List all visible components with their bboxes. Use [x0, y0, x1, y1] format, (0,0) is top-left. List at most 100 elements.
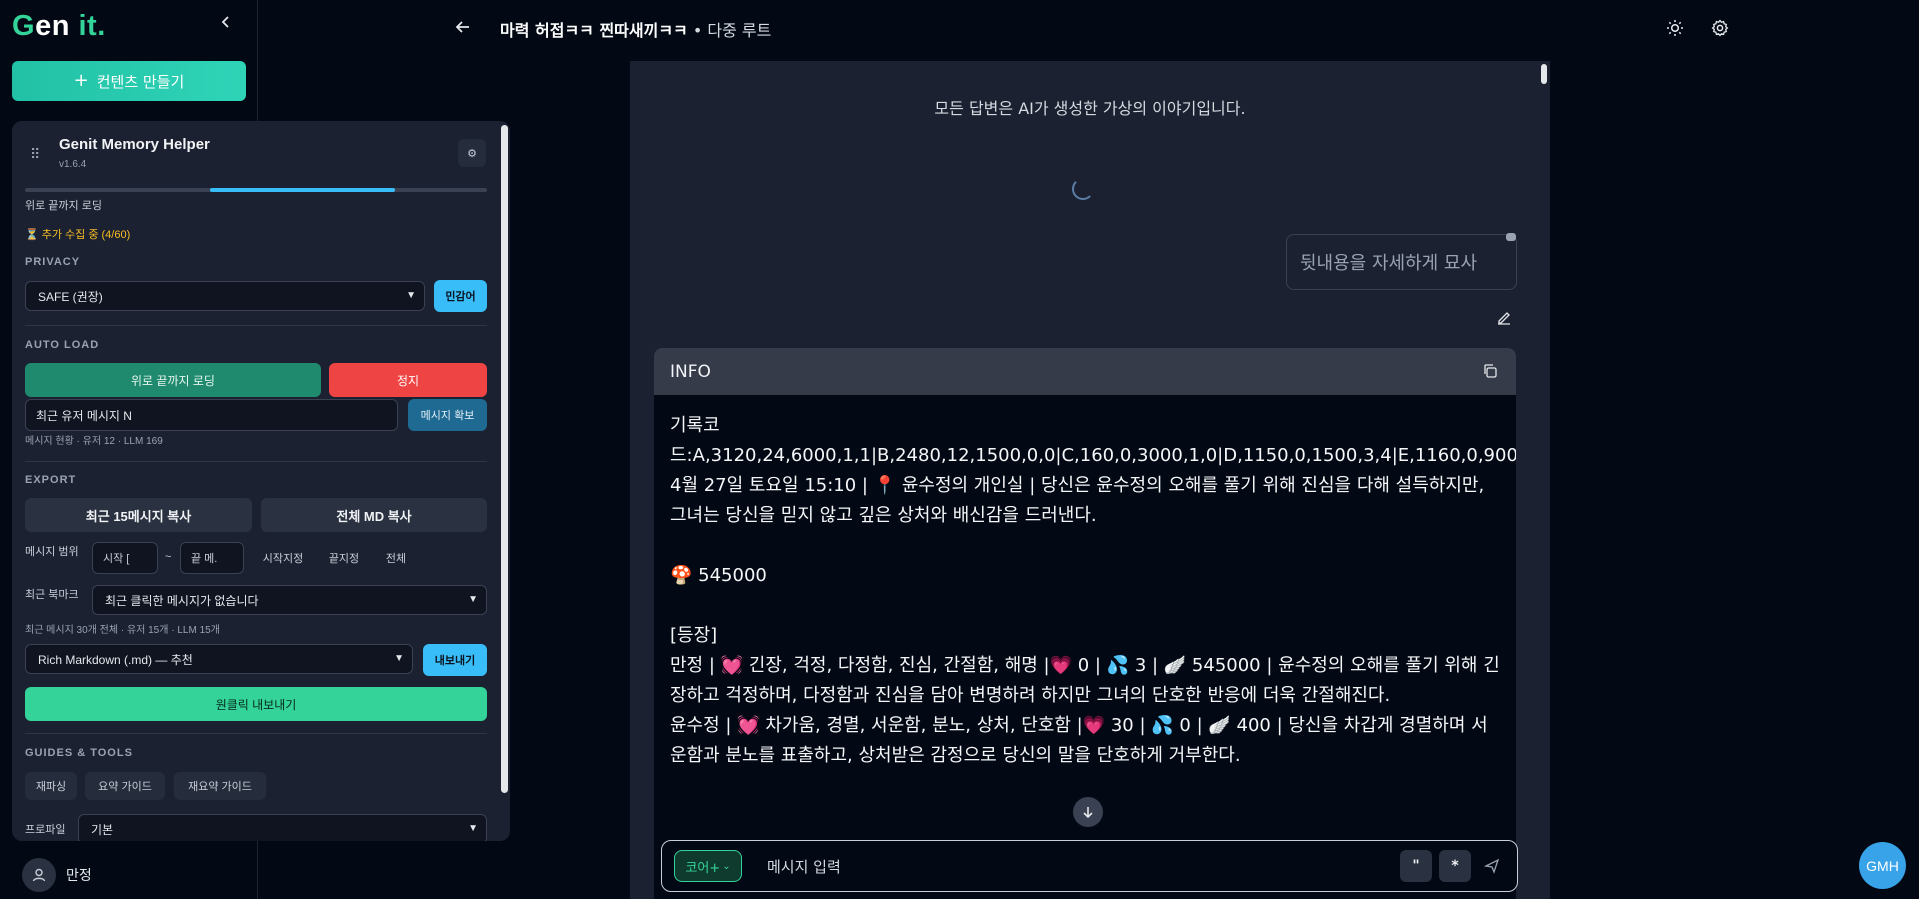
ai-notice: 모든 답변은 AI가 생성한 가상의 이야기입니다.	[934, 99, 1246, 118]
export-button[interactable]: 내보내기	[423, 644, 487, 676]
plus-icon: +	[73, 70, 89, 91]
divider	[25, 325, 487, 326]
bookmark-select-value: 최근 클릭한 메시지가 없습니다	[105, 593, 259, 608]
privacy-heading: PRIVACY	[25, 256, 81, 268]
create-content-button[interactable]: + 컨텐츠 만들기	[12, 61, 246, 101]
message-input[interactable]: 메시지 입력	[767, 856, 841, 877]
loading-spinner-icon	[1072, 178, 1094, 200]
summary-guide-label: 요약 가이드	[98, 781, 152, 793]
summary-guide-button[interactable]: 요약 가이드	[85, 772, 165, 800]
privacy-select-value: SAFE (권장)	[38, 289, 103, 304]
info-line: [등장]	[670, 625, 718, 646]
guides-heading: GUIDES & TOOLS	[25, 747, 133, 759]
sun-icon[interactable]	[1666, 19, 1684, 37]
logo[interactable]: Gen it.	[12, 10, 106, 43]
range-end-input[interactable]: 끝 메.	[180, 542, 244, 574]
collect-status-text: ⏳ 추가 수집 중 (4/60)	[25, 229, 131, 241]
info-title: INFO	[670, 361, 711, 382]
sensitive-words-button[interactable]: 민감어	[434, 280, 487, 312]
range-label: 메시지 범위	[25, 546, 79, 558]
create-content-label: 컨텐츠 만들기	[96, 72, 185, 91]
chevron-down-icon: ▼	[468, 823, 478, 834]
autoload-heading: AUTO LOAD	[25, 339, 100, 351]
load-status-text: 위로 끝까지 로딩	[25, 200, 102, 212]
send-icon[interactable]	[1484, 858, 1500, 874]
profile-select-value: 기본	[91, 822, 114, 837]
load-progress-bar	[25, 188, 487, 192]
resummary-guide-label: 재요약 가이드	[188, 781, 252, 793]
set-end-label: 끝지정	[328, 553, 360, 565]
stop-label: 정지	[396, 373, 420, 388]
chat-title: 마력 허접ㅋㅋ 찐따새끼ㅋㅋ • 다중 루트	[500, 17, 771, 41]
divider	[25, 461, 487, 462]
export-format-select[interactable]: Rich Markdown (.md) — 추천 ▼	[25, 644, 413, 674]
quote-label: "	[1412, 858, 1420, 874]
mode-select-button[interactable]: 코어+ ⌄	[674, 850, 742, 882]
set-end-button[interactable]: 끝지정	[319, 544, 369, 572]
settings-gear-icon[interactable]	[1711, 19, 1729, 37]
load-progress-fill	[210, 188, 395, 192]
collapse-sidebar-icon[interactable]	[218, 14, 234, 30]
range-start-input[interactable]: 시작 [	[92, 542, 158, 574]
load-to-top-button[interactable]: 위로 끝까지 로딩	[25, 363, 321, 397]
sensitive-words-label: 민감어	[445, 291, 476, 303]
secure-messages-button[interactable]: 메시지 확보	[408, 399, 487, 431]
chevron-down-icon: ▼	[394, 653, 404, 664]
one-click-export-label: 원클릭 내보내기	[215, 697, 297, 712]
stop-button[interactable]: 정지	[329, 363, 487, 397]
arrow-down-icon	[1083, 807, 1093, 819]
info-header: INFO	[654, 348, 1516, 395]
bookmark-select[interactable]: 최근 클릭한 메시지가 없습니다 ▼	[92, 585, 487, 615]
bookmark-label: 최근 북마크	[25, 589, 79, 601]
helper-settings-icon[interactable]: ⚙	[458, 139, 486, 167]
set-start-button[interactable]: 시작지정	[253, 544, 313, 572]
range-all-label: 전체	[385, 553, 407, 565]
quote-button[interactable]: "	[1400, 850, 1432, 882]
mode-label: 코어+	[685, 860, 721, 876]
scroll-down-button[interactable]	[1073, 797, 1103, 827]
message-composer: 코어+ ⌄ 메시지 입력 " *	[661, 840, 1518, 892]
secure-messages-label: 메시지 확보	[420, 410, 475, 422]
title-separator: •	[687, 21, 708, 40]
info-body: 기록코드:A,3120,24,6000,1,1|B,2480,12,1500,0…	[654, 395, 1516, 787]
recent-user-messages-input[interactable]: 최근 유저 메시지 N	[25, 399, 398, 431]
info-line: 만정 | 💓 긴장, 걱정, 다정함, 진심, 간절함, 해명 |💗 0 | 💦…	[670, 655, 1500, 706]
info-line: 🍄 545000	[670, 565, 767, 586]
user-profile[interactable]: 만정	[22, 858, 92, 892]
resummary-guide-button[interactable]: 재요약 가이드	[174, 772, 266, 800]
recent-user-messages-value: 최근 유저 메시지 N	[36, 408, 132, 423]
info-line: 기록코드:A,3120,24,6000,1,1|B,2480,12,1500,0…	[670, 415, 1516, 466]
chat-scroll-thumb[interactable]	[1541, 64, 1547, 84]
one-click-export-button[interactable]: 원클릭 내보내기	[25, 687, 487, 721]
export-heading: EXPORT	[25, 474, 77, 486]
asterisk-label: *	[1451, 858, 1459, 874]
copy-all-md-button[interactable]: 전체 MD 복사	[261, 498, 487, 532]
edit-icon[interactable]	[1496, 310, 1512, 326]
panel-scroll-thumb[interactable]	[501, 125, 508, 793]
user-avatar-icon	[22, 858, 56, 892]
copy-icon[interactable]	[1482, 363, 1498, 379]
info-line: 4월 27일 토요일 15:10 | 📍 윤수정의 개인실 | 당신은 윤수정의…	[670, 475, 1485, 526]
export-label: 내보내기	[434, 655, 476, 667]
drag-handle-icon[interactable]: ⠿	[30, 146, 40, 163]
privacy-select[interactable]: SAFE (권장) ▼	[25, 281, 425, 311]
info-spacer	[670, 531, 1500, 561]
reparse-button[interactable]: 재파싱	[25, 772, 77, 800]
asterisk-button[interactable]: *	[1439, 850, 1471, 882]
info-spacer	[670, 591, 1500, 621]
chevron-down-icon: ▼	[468, 594, 478, 605]
message-menu-icon[interactable]	[1506, 233, 1516, 241]
chat-subtitle: 다중 루트	[707, 21, 772, 40]
logo-it: it	[78, 10, 98, 42]
back-arrow-icon[interactable]	[454, 18, 472, 36]
copy-recent-15-button[interactable]: 최근 15메시지 복사	[25, 498, 252, 532]
reparse-label: 재파싱	[35, 781, 67, 793]
chevron-down-icon: ▼	[406, 290, 416, 301]
range-start-placeholder: 시작 [	[103, 553, 130, 565]
divider	[25, 733, 487, 734]
range-all-button[interactable]: 전체	[376, 544, 416, 572]
panel-scrollbar[interactable]	[498, 121, 510, 841]
profile-select[interactable]: 기본 ▼	[78, 814, 487, 841]
user-name: 만정	[66, 868, 92, 884]
gmh-fab-button[interactable]: GMH	[1859, 842, 1906, 889]
